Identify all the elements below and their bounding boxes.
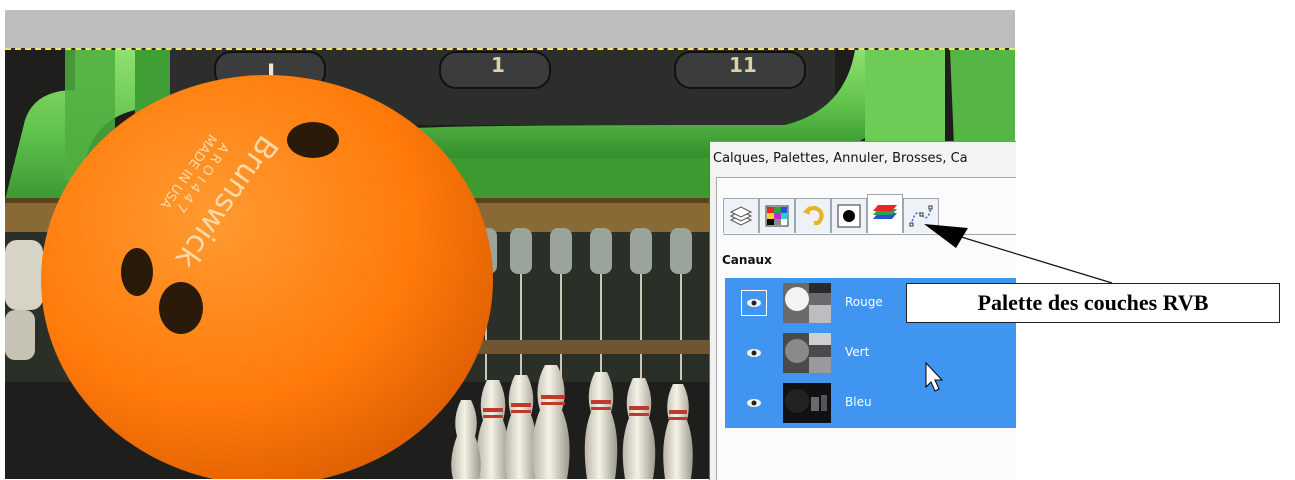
channel-label: Rouge — [845, 295, 883, 309]
palette-icon — [765, 205, 789, 227]
eye-icon — [747, 399, 761, 407]
canvas-padding — [5, 10, 1015, 48]
brushes-icon — [837, 204, 861, 228]
undo-history-icon — [803, 206, 824, 225]
visibility-toggle[interactable] — [741, 390, 767, 416]
eye-icon — [747, 349, 761, 357]
paths-icon — [909, 205, 933, 227]
visibility-toggle[interactable] — [741, 340, 767, 366]
section-label: Canaux — [722, 253, 772, 267]
channel-thumbnail — [783, 383, 831, 423]
channel-label: Vert — [845, 345, 870, 359]
tab-brushes[interactable] — [831, 198, 867, 233]
panel-title: Calques, Palettes, Annuler, Brosses, Ca — [710, 142, 1016, 176]
layers-icon — [729, 206, 753, 226]
visibility-toggle[interactable] — [741, 290, 767, 316]
tab-undo-history[interactable] — [795, 198, 831, 233]
channel-thumbnail — [783, 283, 831, 323]
tabs-divider — [723, 234, 1016, 235]
tab-channels[interactable] — [867, 194, 903, 233]
channel-row-bleu[interactable]: Bleu — [725, 378, 1016, 428]
channel-row-vert[interactable]: Vert — [725, 328, 1016, 378]
slot-label-3: 11 — [729, 53, 757, 77]
channel-thumbnail — [783, 333, 831, 373]
tab-palettes[interactable] — [759, 198, 795, 233]
tab-paths[interactable] — [903, 198, 939, 233]
dock-tabs — [723, 190, 1016, 234]
slot-label-2: 1 — [491, 53, 505, 77]
channel-label: Bleu — [845, 395, 872, 409]
bowling-ball: Brunswick MADE IN USA A R O I 4 4 7 — [41, 75, 493, 479]
channels-icon — [873, 205, 897, 219]
callout-label: Palette des couches RVB — [906, 283, 1280, 323]
tab-layers[interactable] — [723, 198, 759, 233]
eye-icon — [747, 299, 761, 307]
panel-content: Canaux Rouge Vert Bleu — [716, 177, 1016, 480]
